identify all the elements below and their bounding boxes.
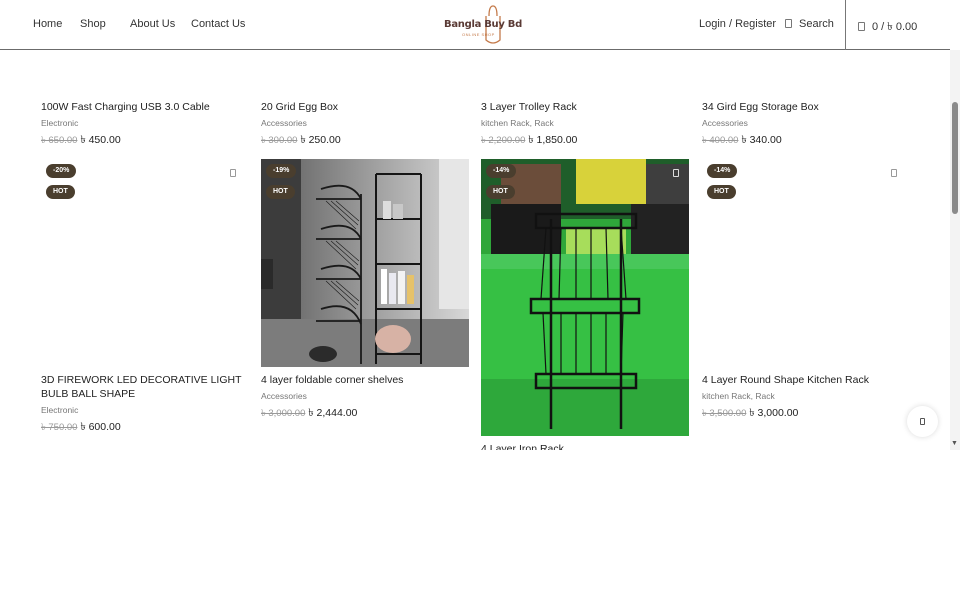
cart-button[interactable]: 0 / ৳ 0.00: [858, 18, 917, 37]
product-category[interactable]: Electronic: [41, 118, 249, 128]
product-title[interactable]: 100W Fast Charging USB 3.0 Cable: [41, 100, 249, 114]
old-price: ৳ 2,200.00: [481, 135, 526, 146]
product-price: ৳ 650.00 ৳ 450.00: [41, 133, 249, 150]
new-price: ৳ 450.00: [80, 134, 121, 146]
old-price: ৳ 300.00: [261, 135, 298, 146]
floating-cart-button[interactable]: [907, 406, 938, 437]
hot-badge: HOT: [46, 185, 75, 199]
cart-icon: [858, 22, 865, 31]
product-category[interactable]: Accessories: [261, 118, 469, 128]
scroll-down-arrow-icon[interactable]: ▼: [951, 440, 958, 447]
product-price: ৳ 400.00 ৳ 340.00: [702, 133, 910, 150]
product-category[interactable]: Accessories: [261, 391, 469, 401]
product-category[interactable]: kitchen Rack, Rack: [702, 391, 910, 401]
discount-badge: -14%: [707, 164, 738, 178]
product-title[interactable]: 34 Gird Egg Storage Box: [702, 100, 910, 114]
product-price: ৳ 2,200.00 ৳ 1,850.00: [481, 133, 689, 150]
header-divider: [845, 0, 846, 50]
discount-badge: -19%: [266, 164, 297, 178]
product-card[interactable]: 3D FIREWORK LED DECORATIVE LIGHT BULB BA…: [41, 373, 249, 437]
new-price: ৳ 250.00: [300, 134, 341, 146]
site-logo[interactable]: Bangla Buy Bd ONLINE SHOP: [436, 2, 522, 48]
discount-badge: -20%: [46, 164, 77, 178]
cart-total: 0 / ৳ 0.00: [872, 21, 918, 33]
wishlist-icon[interactable]: [673, 169, 679, 177]
new-price: ৳ 600.00: [80, 421, 121, 433]
product-price: ৳ 300.00 ৳ 250.00: [261, 133, 469, 150]
old-price: ৳ 750.00: [41, 422, 78, 433]
product-card[interactable]: 4 Layer Iron Rack: [481, 442, 689, 450]
hot-badge: HOT: [486, 185, 515, 199]
logo-text: Bangla Buy Bd: [444, 19, 522, 30]
nav-home[interactable]: Home: [33, 18, 62, 30]
search-icon: [785, 19, 792, 28]
wishlist-icon[interactable]: [230, 169, 236, 177]
product-title[interactable]: 4 Layer Iron Rack: [481, 442, 689, 450]
product-title[interactable]: 4 Layer Round Shape Kitchen Rack: [702, 373, 910, 387]
search-button[interactable]: Search: [785, 18, 834, 30]
old-price: ৳ 3,000.00: [261, 408, 306, 419]
iron-rack-photo: [481, 159, 689, 436]
product-title[interactable]: 4 layer foldable corner shelves: [261, 373, 469, 387]
product-title[interactable]: 20 Grid Egg Box: [261, 100, 469, 114]
product-category[interactable]: Accessories: [702, 118, 910, 128]
product-price: ৳ 3,500.00 ৳ 3,000.00: [702, 406, 910, 423]
product-title[interactable]: 3 Layer Trolley Rack: [481, 100, 689, 114]
product-category[interactable]: Electronic: [41, 405, 249, 415]
login-register-link[interactable]: Login / Register: [699, 18, 776, 30]
product-price: ৳ 750.00 ৳ 600.00: [41, 420, 249, 437]
site-header: Home Shop About Us Contact Us Bangla Buy…: [0, 0, 950, 50]
nav-shop[interactable]: Shop: [80, 18, 106, 30]
hot-badge: HOT: [266, 185, 295, 199]
product-title[interactable]: 3D FIREWORK LED DECORATIVE LIGHT BULB BA…: [41, 373, 249, 401]
discount-badge: -14%: [486, 164, 517, 178]
product-card[interactable]: 100W Fast Charging USB 3.0 Cable Electro…: [41, 100, 249, 150]
new-price: ৳ 3,000.00: [749, 407, 799, 419]
new-price: ৳ 1,850.00: [528, 134, 578, 146]
nav-contact[interactable]: Contact Us: [191, 18, 245, 30]
new-price: ৳ 340.00: [741, 134, 782, 146]
product-card[interactable]: 20 Grid Egg Box Accessories ৳ 300.00 ৳ 25…: [261, 100, 469, 150]
search-label: Search: [799, 18, 834, 30]
product-card[interactable]: 34 Gird Egg Storage Box Accessories ৳ 40…: [702, 100, 910, 150]
logo-subtext: ONLINE SHOP: [462, 32, 495, 37]
product-card[interactable]: 3 Layer Trolley Rack kitchen Rack, Rack …: [481, 100, 689, 150]
product-image[interactable]: -14% HOT: [702, 159, 910, 367]
old-price: ৳ 650.00: [41, 135, 78, 146]
new-price: ৳ 2,444.00: [308, 407, 358, 419]
old-price: ৳ 3,500.00: [702, 408, 747, 419]
nav-about[interactable]: About Us: [130, 18, 175, 30]
product-image[interactable]: -19% HOT: [261, 159, 469, 367]
old-price: ৳ 400.00: [702, 135, 739, 146]
bag-icon: [920, 418, 925, 425]
wishlist-icon[interactable]: [891, 169, 897, 177]
product-image[interactable]: -20% HOT: [41, 159, 249, 367]
product-card[interactable]: 4 Layer Round Shape Kitchen Rack kitchen…: [702, 373, 910, 423]
product-category[interactable]: kitchen Rack, Rack: [481, 118, 689, 128]
product-price: ৳ 3,000.00 ৳ 2,444.00: [261, 406, 469, 423]
hot-badge: HOT: [707, 185, 736, 199]
product-image[interactable]: -14% HOT: [481, 159, 689, 436]
scrollbar-thumb[interactable]: [952, 102, 958, 214]
product-card[interactable]: 4 layer foldable corner shelves Accessor…: [261, 373, 469, 423]
